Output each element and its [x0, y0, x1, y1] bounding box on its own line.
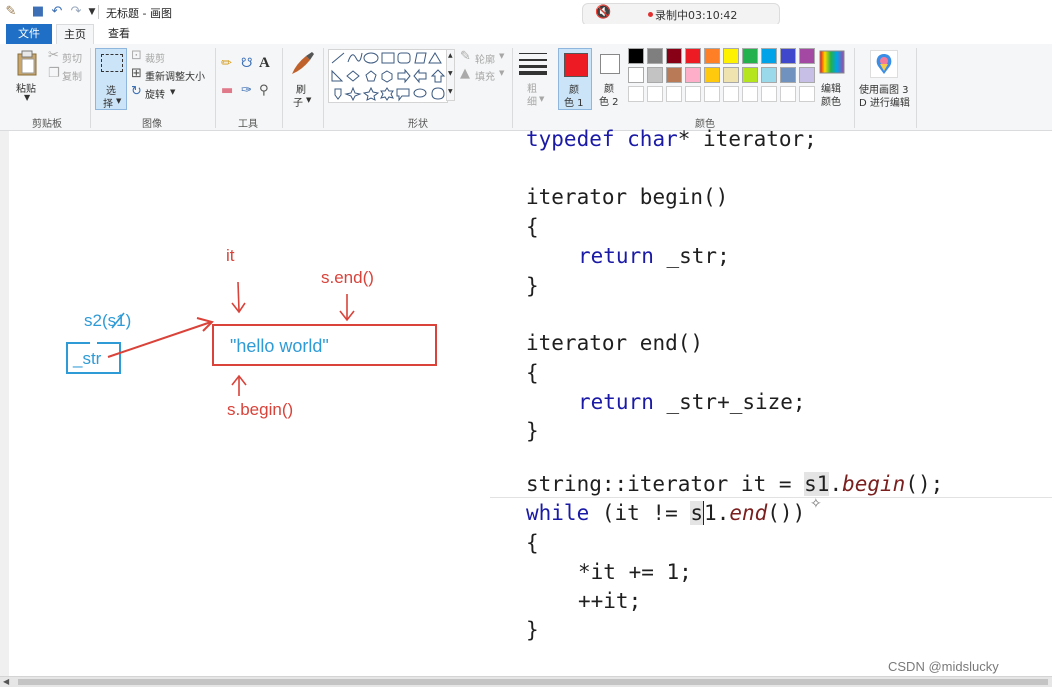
- scrollbar-thumb[interactable]: [18, 679, 1048, 685]
- code-line: {: [526, 215, 539, 239]
- code-line: return _str+_size;: [578, 389, 806, 415]
- code-line: }: [526, 618, 539, 642]
- end-label: s.end(): [321, 268, 374, 287]
- code-keyword: typedef: [526, 127, 615, 151]
- horizontal-scrollbar[interactable]: ◀: [0, 676, 1052, 687]
- code-token: string::iterator it =: [526, 472, 805, 496]
- code-token: end(): [627, 331, 704, 355]
- code-token: 1: [703, 501, 717, 525]
- string-value: "hello world": [230, 336, 329, 356]
- code-token: begin(): [627, 185, 729, 209]
- mouse-cursor-icon: ✧: [810, 496, 822, 512]
- code-line: }: [526, 274, 539, 298]
- code-token: ();: [905, 472, 944, 496]
- code-line: return _str;: [578, 243, 730, 269]
- code-keyword: return: [578, 244, 654, 268]
- code-line: }: [526, 419, 539, 443]
- code-token: _str;: [653, 244, 730, 268]
- code-line: ++it;: [578, 589, 642, 613]
- code-token: (it !=: [589, 501, 691, 525]
- code-keyword: while: [526, 501, 590, 525]
- code-token: .: [716, 501, 730, 525]
- code-line: typedef char* iterator;: [526, 126, 817, 152]
- s2-label: s2(s1): [84, 311, 132, 330]
- code-keyword: return: [578, 390, 654, 414]
- code-token: iterator;: [690, 127, 817, 151]
- code-line: {: [526, 361, 539, 385]
- current-line-border: [490, 497, 1052, 498]
- code-line: iterator end(): [526, 330, 703, 356]
- code-line: string::iterator it = s1.begin();: [526, 471, 943, 497]
- it-label: it: [226, 246, 235, 265]
- code-token: iterator: [526, 185, 628, 209]
- code-function: end: [729, 501, 768, 525]
- code-keyword: char: [614, 127, 678, 151]
- begin-label: s.begin(): [227, 400, 294, 419]
- watermark: CSDN @midslucky: [888, 659, 999, 674]
- code-token: iterator: [526, 331, 628, 355]
- code-token: _str+_size;: [653, 390, 806, 414]
- code-token: ()): [767, 501, 806, 525]
- it-arrow-line: [237, 281, 240, 312]
- code-token: s1: [804, 472, 830, 496]
- str-label: _str: [73, 349, 102, 368]
- scroll-left-icon[interactable]: ◀: [3, 677, 9, 686]
- code-token: .: [829, 472, 843, 496]
- code-token: *: [677, 127, 691, 151]
- code-line: iterator begin(): [526, 184, 728, 210]
- code-function: begin: [842, 472, 906, 496]
- code-token: s: [690, 501, 704, 525]
- code-line: while (it != s1.end()): [526, 500, 805, 526]
- code-line: *it += 1;: [578, 560, 692, 584]
- code-line: {: [526, 531, 539, 555]
